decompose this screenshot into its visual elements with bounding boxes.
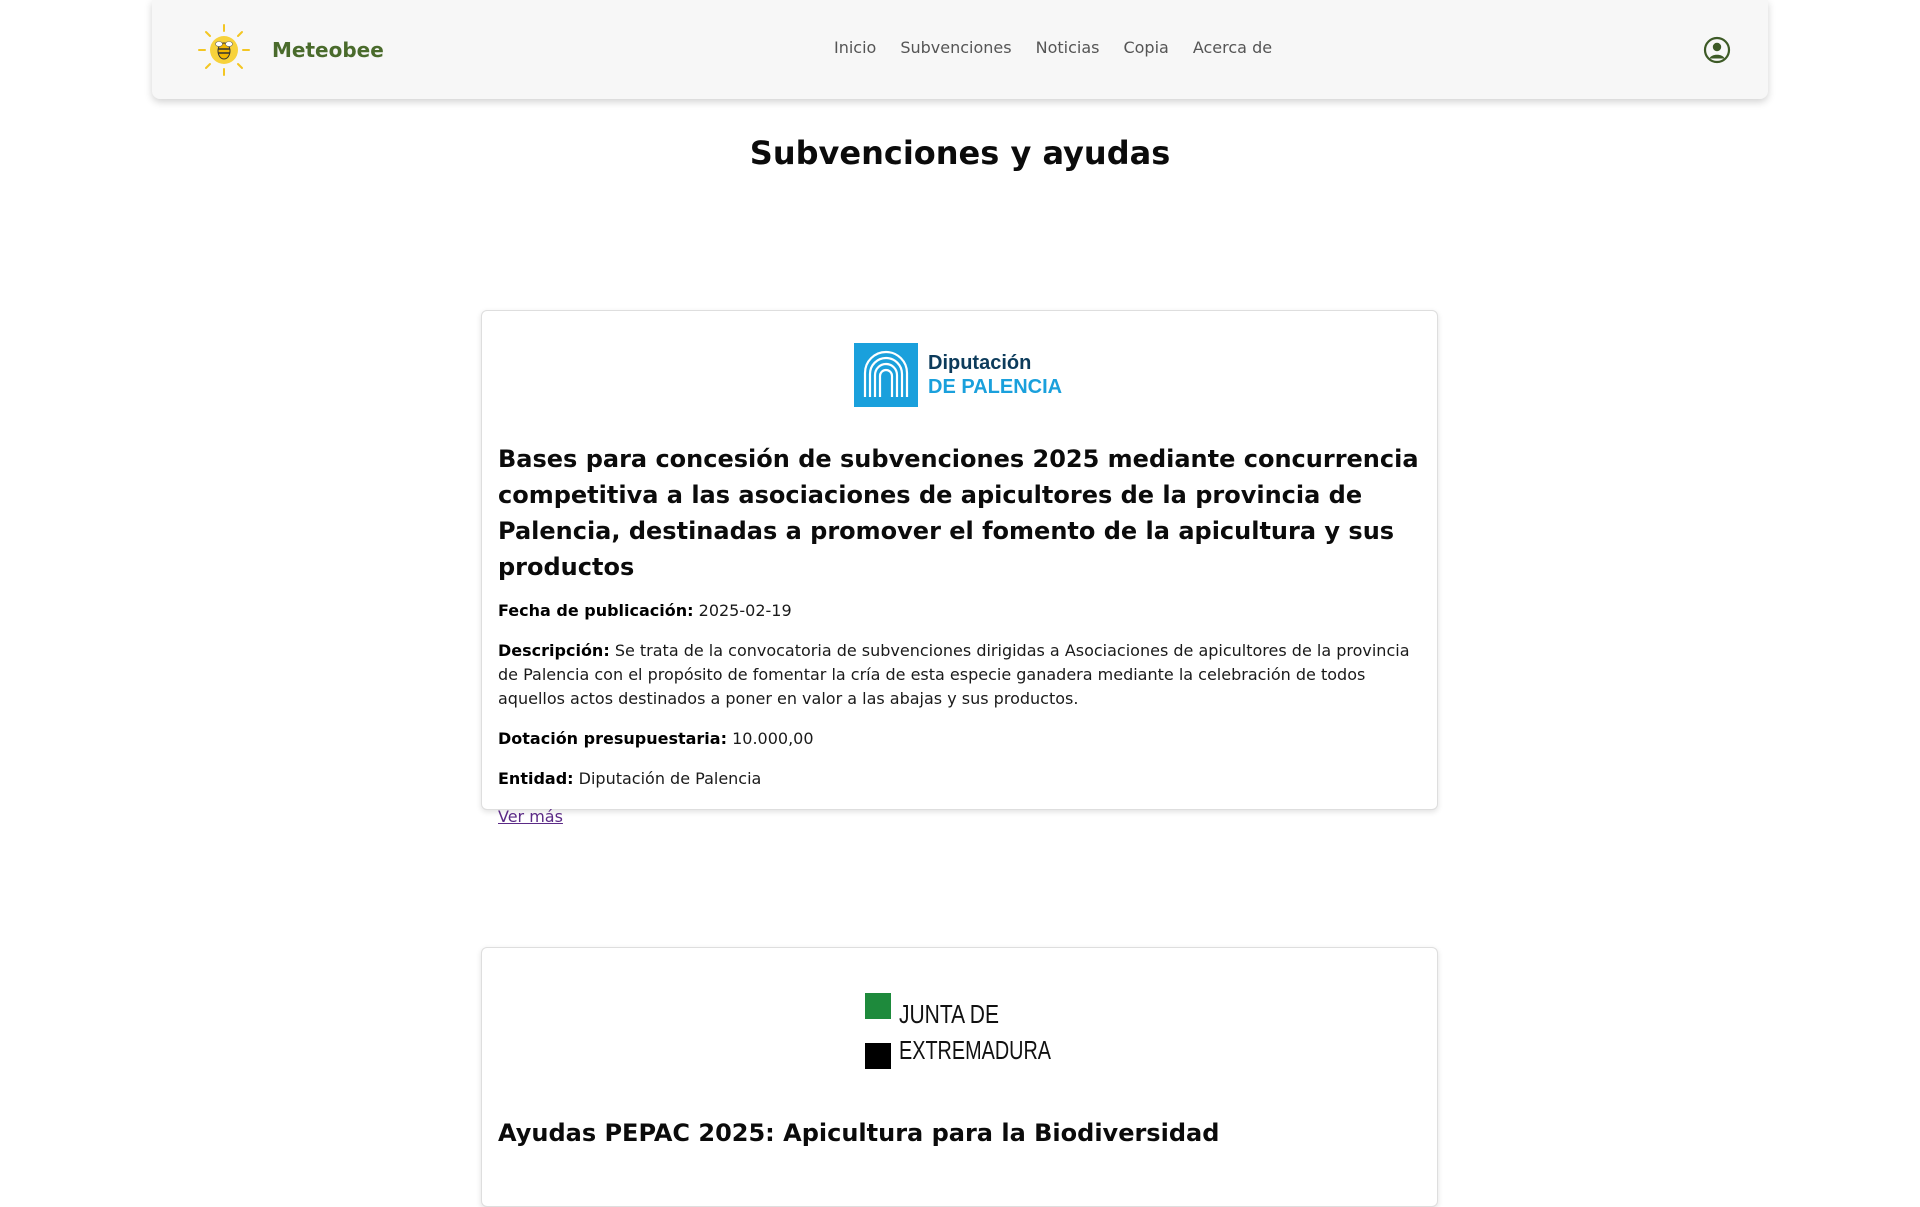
grant-fecha: Fecha de publicación: 2025-02-19 [498,599,1421,623]
page-title: Subvenciones y ayudas [749,134,1171,172]
user-circle-icon[interactable] [1703,36,1731,64]
dotacion-label: Dotación presupuestaria: [498,729,727,748]
fecha-label: Fecha de publicación: [498,601,694,620]
brand[interactable]: Meteobee [197,20,384,80]
descripcion-value: Se trata de la convocatoria de subvencio… [498,641,1410,708]
nav-link-copia[interactable]: Copia [1123,38,1168,57]
grant-descripcion: Descripción: Se trata de la convocatoria… [498,639,1421,711]
grant-card: JUNTA DE EXTREMADURA Ayudas PEPAC 2025: … [481,947,1438,1207]
descripcion-label: Descripción: [498,641,610,660]
dotacion-value: 10.000,00 [732,729,814,748]
entidad-label: Entidad: [498,769,574,788]
junta-extremadura-logo: JUNTA DE EXTREMADURA [864,993,1051,1069]
nav-link-subvenciones[interactable]: Subvenciones [900,38,1011,57]
grant-dotacion: Dotación presupuestaria: 10.000,00 [498,727,1421,751]
ver-mas-link[interactable]: Ver más [498,807,563,826]
nav-link-acerca-de[interactable]: Acerca de [1193,38,1272,57]
fecha-value: 2025-02-19 [698,601,792,620]
entidad-value: Diputación de Palencia [578,769,762,788]
main-nav: Inicio Subvenciones Noticias Copia Acerc… [834,38,1296,57]
sun-bee-logo-icon[interactable] [197,23,251,77]
nav-link-inicio[interactable]: Inicio [834,38,876,57]
nav-link-noticias[interactable]: Noticias [1036,38,1100,57]
grant-entidad: Entidad: Diputación de Palencia [498,767,1421,791]
logo-line2: EXTREMADURA [899,1035,1051,1065]
diputacion-palencia-logo: Diputación DE PALENCIA [853,343,1062,407]
top-navbar: Meteobee Inicio Subvenciones Noticias Co… [152,0,1768,99]
grant-title: Bases para concesión de subvenciones 202… [498,445,1419,581]
logo-line2: DE PALENCIA [928,376,1062,398]
brand-name[interactable]: Meteobee [272,38,384,62]
grant-card: Diputación DE PALENCIA Bases para conces… [481,310,1438,826]
logo-line1: Diputación [928,352,1031,374]
logo-line1: JUNTA DE [899,999,999,1029]
